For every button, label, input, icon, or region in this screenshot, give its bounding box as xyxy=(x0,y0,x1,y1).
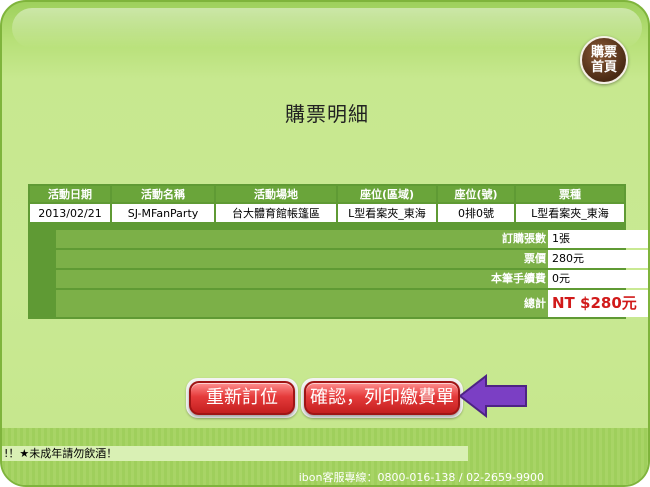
confirm-button-frame: 確認，列印繳費單 xyxy=(301,378,463,418)
fee-label: 本筆手續費 xyxy=(491,272,546,285)
cell-ticket-type: L型看案夾_東海 xyxy=(516,204,624,222)
home-button[interactable]: 購票首頁 xyxy=(580,36,628,84)
summary-row-tickets: 訂購張數 1張 xyxy=(56,230,648,248)
total-label: 總計 xyxy=(524,297,546,310)
header-ticket-type: 票種 xyxy=(516,186,624,202)
header-seat-area: 座位(區域) xyxy=(338,186,436,202)
table-row: 2013/02/21 SJ-MFanParty 台大體育館帳篷區 L型看案夾_東… xyxy=(30,204,624,222)
top-gloss xyxy=(12,8,642,48)
kiosk-frame: 購票首頁 購票明細 活動日期 活動名稱 活動場地 座位(區域) 座位(號) 票種… xyxy=(0,0,650,487)
price-label: 票價 xyxy=(524,252,546,265)
page-title: 購票明細 xyxy=(285,102,369,126)
footer-notice: !！★未成年請勿飲酒！ xyxy=(2,446,468,461)
header-event-date: 活動日期 xyxy=(30,186,110,202)
header-event-name: 活動名稱 xyxy=(112,186,214,202)
left-arrow-icon xyxy=(460,374,527,418)
table-header-row: 活動日期 活動名稱 活動場地 座位(區域) 座位(號) 票種 xyxy=(30,186,624,202)
price-value: 280元 xyxy=(548,250,648,268)
cell-event-date: 2013/02/21 xyxy=(30,204,110,222)
summary-row-fee: 本筆手續費 0元 xyxy=(56,270,648,288)
reorder-button[interactable]: 重新訂位 xyxy=(189,381,295,415)
total-value: NT $280元 xyxy=(548,290,648,317)
home-button-label: 購票首頁 xyxy=(590,45,617,75)
order-details-table: 活動日期 活動名稱 活動場地 座位(區域) 座位(號) 票種 2013/02/2… xyxy=(28,184,648,319)
reorder-button-frame: 重新訂位 xyxy=(186,378,298,418)
customer-hotline: ibon客服專線：0800-016-138 / 02-2659-9900 xyxy=(298,471,544,484)
cell-event-name: SJ-MFanParty xyxy=(112,204,214,222)
cell-seat-area: L型看案夾_東海 xyxy=(338,204,436,222)
summary-row-price: 票價 280元 xyxy=(56,250,648,268)
summary-row-total: 總計 NT $280元 xyxy=(56,290,648,317)
header-seat-number: 座位(號) xyxy=(438,186,514,202)
header-venue: 活動場地 xyxy=(216,186,336,202)
fee-value: 0元 xyxy=(548,270,648,288)
tickets-value: 1張 xyxy=(548,230,648,248)
cell-venue: 台大體育館帳篷區 xyxy=(216,204,336,222)
cell-seat-number: 0排0號 xyxy=(438,204,514,222)
confirm-print-button[interactable]: 確認，列印繳費單 xyxy=(304,381,460,415)
tickets-label: 訂購張數 xyxy=(502,232,546,245)
